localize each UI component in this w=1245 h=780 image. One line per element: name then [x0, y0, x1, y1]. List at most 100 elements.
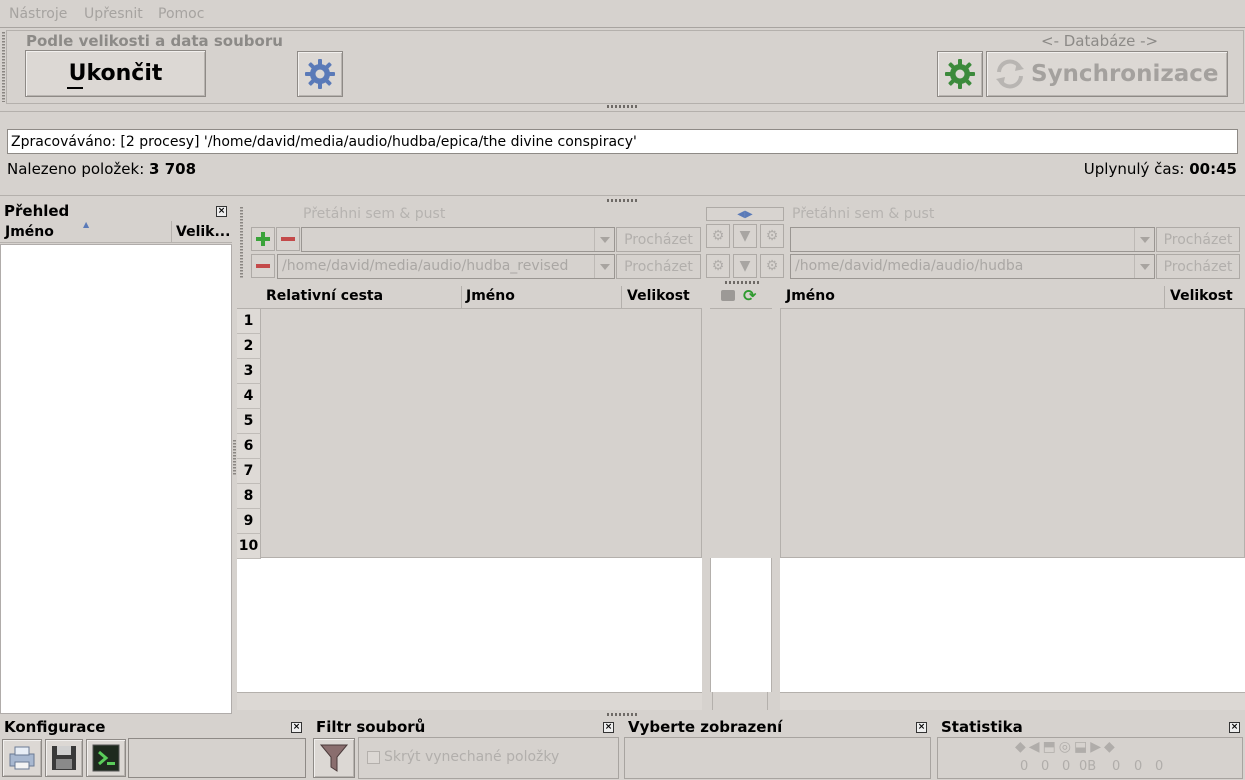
overview-col-name[interactable]: Jméno [5, 224, 54, 240]
gear-icon: ⚙ [765, 228, 779, 244]
toolbar-grip[interactable] [2, 32, 5, 102]
view-options-frame [624, 737, 931, 779]
chevron-down-icon[interactable] [1134, 228, 1154, 251]
chevron-down-icon[interactable] [1134, 255, 1154, 278]
right-grid-header: Jméno Velikost [780, 286, 1245, 309]
pair-filter-button-1[interactable]: ▼ [733, 224, 757, 248]
menu-pomoc[interactable]: Pomoc [158, 6, 204, 22]
right-col-size[interactable]: Velikost [1170, 288, 1233, 304]
sync-settings-button[interactable] [937, 51, 983, 97]
found-items-value: 3 708 [149, 160, 197, 178]
database-label: <- Databáze -> [1041, 32, 1159, 50]
pair-sync-settings-button-2[interactable]: ⚙ [760, 254, 784, 278]
elapsed-time: Uplynulý čas: 00:45 [1084, 160, 1237, 178]
create-left-icon: ◆ [1015, 739, 1029, 755]
pair-sync-settings-button-1[interactable]: ⚙ [760, 224, 784, 248]
right-folder-path-2: /home/david/media/audio/hudba [795, 258, 1024, 274]
folder-panel-grip[interactable] [240, 207, 243, 279]
config-panel-title: Konfigurace [4, 718, 106, 736]
menu-nastroje[interactable]: Nástroje [9, 6, 67, 22]
right-folder-combo-2[interactable]: /home/david/media/audio/hudba [790, 254, 1155, 279]
filter-icon: ▼ [739, 258, 751, 274]
overview-list[interactable] [0, 244, 232, 714]
right-grid-filled-area [780, 286, 1245, 558]
remove-folder-pair-button[interactable] [276, 227, 300, 251]
config-close-icon[interactable]: × [291, 722, 302, 733]
swap-sides-button[interactable]: ◀▶ [706, 207, 784, 221]
row-number[interactable]: 2 [237, 334, 261, 359]
left-folder-combo-1[interactable] [301, 227, 615, 252]
camera-icon[interactable] [721, 290, 735, 301]
view-close-icon[interactable]: × [916, 722, 927, 733]
gear-icon [305, 59, 335, 89]
row-number[interactable]: 4 [237, 384, 261, 409]
quit-button[interactable]: Ukončit [25, 50, 206, 97]
left-folder-combo-2[interactable]: /home/david/media/audio/hudba_revised [277, 254, 615, 279]
overview-col-size[interactable]: Velik... [176, 224, 230, 240]
folder-pairs-splitter[interactable] [725, 281, 759, 284]
left-browse-button-2[interactable]: Procházet [616, 254, 701, 279]
update-left-icon: ◀ [1028, 739, 1043, 755]
menu-upresnit[interactable]: Upřesnit [84, 6, 143, 22]
terminal-icon [92, 744, 120, 772]
save-config-button[interactable] [45, 739, 83, 777]
load-config-button[interactable] [2, 739, 42, 777]
floppy-disk-icon [52, 746, 76, 770]
synchronize-button-label: Synchronizace [1031, 61, 1219, 87]
right-col-name[interactable]: Jméno [786, 288, 835, 304]
row-number[interactable]: 1 [237, 309, 261, 334]
right-folder-combo-1[interactable] [790, 227, 1155, 252]
synchronize-button[interactable]: Synchronizace [986, 51, 1228, 97]
row-number[interactable]: 7 [237, 459, 261, 484]
overview-splitter[interactable] [233, 440, 236, 476]
menu-bar: Nástroje Upřesnit Pomoc [0, 0, 1245, 28]
row-number[interactable]: 5 [237, 409, 261, 434]
delete-left-icon: ⬒ [1042, 739, 1059, 755]
status-splitter[interactable] [607, 199, 639, 202]
filter-close-icon[interactable]: × [603, 722, 614, 733]
remove-folder-pair-button-2[interactable] [251, 254, 275, 278]
hide-excluded-checkbox[interactable] [367, 751, 380, 764]
row-number[interactable]: 9 [237, 509, 261, 534]
row-number[interactable]: 10 [237, 534, 261, 559]
left-col-name[interactable]: Jméno [466, 288, 515, 304]
overview-col-divider [171, 221, 172, 243]
stats-create-right-count: 0 [1155, 759, 1164, 774]
stats-create-left-count: 0 [1020, 759, 1029, 774]
pair-compare-settings-button-2[interactable]: ⚙ [706, 254, 730, 278]
filter-button[interactable] [313, 738, 355, 778]
add-folder-pair-button[interactable] [251, 227, 275, 251]
sync-icon [996, 59, 1024, 89]
chevron-down-icon[interactable] [594, 255, 614, 278]
stats-close-icon[interactable]: × [1229, 722, 1240, 733]
left-grid-filled-area [237, 286, 702, 558]
row-number[interactable]: 8 [237, 484, 261, 509]
row-number[interactable]: 6 [237, 434, 261, 459]
minus-icon [281, 237, 295, 241]
sort-ascending-icon: ▲ [83, 220, 90, 229]
refresh-icon[interactable]: ⟳ [743, 286, 756, 305]
chevron-down-icon[interactable] [594, 228, 614, 251]
overview-header: Jméno ▲ Velik... [0, 220, 232, 243]
right-grid-horizontal-scrollbar[interactable] [780, 692, 1245, 710]
batch-job-button[interactable] [86, 739, 126, 777]
left-drop-hint: Přetáhni sem & pust [303, 206, 446, 222]
compare-settings-button[interactable] [297, 51, 343, 97]
left-grid-horizontal-scrollbar[interactable] [237, 692, 702, 710]
right-browse-button-2[interactable]: Procházet [1156, 254, 1240, 279]
right-browse-button-1[interactable]: Procházet [1156, 227, 1240, 252]
pair-compare-settings-button-1[interactable]: ⚙ [706, 224, 730, 248]
view-panel-title: Vyberte zobrazení [628, 718, 783, 736]
left-col-size[interactable]: Velikost [627, 288, 690, 304]
pair-filter-button-2[interactable]: ▼ [733, 254, 757, 278]
filter-icon: ▼ [739, 228, 751, 244]
row-number[interactable]: 3 [237, 359, 261, 384]
toolbar-splitter[interactable] [607, 105, 639, 108]
config-history-list[interactable] [128, 738, 306, 778]
left-col-relative-path[interactable]: Relativní cesta [266, 288, 383, 304]
filter-panel-title: Filtr souborů [316, 718, 426, 736]
bottom-splitter[interactable] [607, 713, 639, 716]
delete-right-icon: ⬓ [1074, 739, 1091, 755]
left-browse-button-1[interactable]: Procházet [616, 227, 701, 252]
overview-close-icon[interactable]: × [216, 206, 227, 217]
